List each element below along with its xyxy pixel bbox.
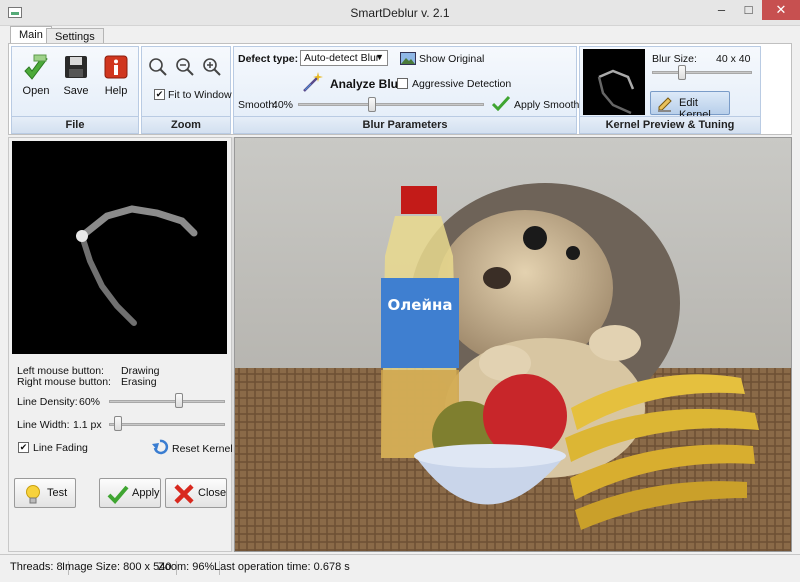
line-width-slider-track[interactable] bbox=[109, 423, 225, 426]
blur-size-slider-track[interactable] bbox=[652, 71, 752, 74]
zoom-search-icon[interactable] bbox=[148, 57, 168, 77]
apply-button[interactable]: Apply bbox=[99, 478, 161, 508]
close-icon bbox=[174, 484, 194, 504]
open-icon bbox=[24, 54, 48, 80]
line-fading-label: Line Fading bbox=[33, 442, 88, 454]
close-button[interactable]: Close bbox=[165, 478, 227, 508]
help-icon bbox=[104, 55, 128, 79]
kernel-editor-panel: Left mouse button: Drawing Right mouse b… bbox=[8, 137, 233, 552]
defect-type-select[interactable]: Auto-detect Blur ▼ bbox=[300, 50, 388, 66]
blur-params-group: Defect type: Auto-detect Blur ▼ Show Ori… bbox=[233, 46, 579, 134]
edit-kernel-button[interactable]: Edit Kernel bbox=[650, 91, 730, 121]
line-density-slider-thumb[interactable] bbox=[174, 393, 183, 408]
maximize-button[interactable]: □ bbox=[735, 0, 762, 20]
smooth-slider-track[interactable] bbox=[298, 103, 484, 106]
blur-size-label: Blur Size: bbox=[652, 53, 697, 65]
zoom-group: ✔ Fit to Window Zoom bbox=[141, 46, 232, 134]
reset-kernel-button[interactable]: Reset Kernel bbox=[172, 443, 233, 455]
status-zoom: Zoom: 96% bbox=[158, 561, 221, 575]
blur-params-group-title: Blur Parameters bbox=[234, 116, 576, 133]
smooth-value: 40% bbox=[272, 99, 294, 111]
status-last-op: Last operation time: 0.678 s bbox=[214, 561, 350, 573]
defect-type-value: Auto-detect Blur bbox=[304, 52, 380, 64]
help-button[interactable]: Help bbox=[96, 53, 136, 97]
zoom-group-title: Zoom bbox=[142, 116, 230, 133]
help-label: Help bbox=[104, 85, 128, 97]
kernel-drawing-canvas[interactable] bbox=[12, 141, 227, 354]
zoom-out-icon[interactable] bbox=[175, 57, 195, 77]
open-button[interactable]: Open bbox=[16, 53, 56, 97]
deblurred-photo: Олейна bbox=[235, 138, 791, 551]
image-canvas[interactable]: Олейна bbox=[234, 137, 792, 552]
status-threads: Threads: 8 bbox=[10, 561, 69, 575]
test-label: Test bbox=[47, 487, 68, 499]
line-width-label: Line Width: bbox=[17, 419, 70, 431]
file-group-title: File bbox=[12, 116, 138, 133]
checkmark-icon bbox=[492, 95, 510, 111]
ribbon: Open Save Help File ✔ Fit to Window Zoom… bbox=[8, 43, 792, 135]
test-button[interactable]: Test bbox=[14, 478, 76, 508]
kernel-preview-group-title: Kernel Preview & Tuning bbox=[580, 116, 760, 133]
right-mouse-action: Erasing bbox=[121, 376, 157, 388]
minimize-button[interactable]: – bbox=[708, 0, 735, 20]
reset-arrow-icon bbox=[152, 439, 169, 455]
open-label: Open bbox=[22, 85, 50, 97]
kernel-preview-group: Blur Size: 40 x 40 Edit Kernel Kernel Pr… bbox=[579, 46, 761, 134]
apply-smooth-button[interactable]: Apply Smooth bbox=[514, 99, 579, 111]
blur-size-slider-thumb[interactable] bbox=[678, 65, 686, 80]
zoom-in-icon[interactable] bbox=[202, 57, 222, 77]
magic-wand-icon bbox=[303, 72, 323, 92]
fit-to-window-label: Fit to Window bbox=[168, 89, 232, 101]
lightbulb-icon bbox=[26, 485, 40, 504]
checkmark-icon bbox=[107, 485, 129, 504]
line-density-slider-track[interactable] bbox=[109, 400, 225, 403]
apply-label: Apply bbox=[132, 487, 160, 499]
defect-type-label: Defect type: bbox=[238, 53, 299, 65]
title-bar: SmartDeblur v. 2.1 – □ ✕ bbox=[0, 0, 800, 26]
kernel-preview-thumbnail bbox=[583, 49, 645, 115]
show-original-label[interactable]: Show Original bbox=[419, 53, 484, 65]
smooth-slider-thumb[interactable] bbox=[368, 97, 377, 112]
line-density-value: 60% bbox=[79, 396, 101, 408]
blur-size-value: 40 x 40 bbox=[716, 53, 751, 65]
analyze-blur-button[interactable]: Analyze Blur bbox=[330, 77, 403, 91]
file-group: Open Save Help File bbox=[11, 46, 139, 134]
line-width-value: 1.1 px bbox=[73, 419, 102, 431]
aggressive-detection-checkbox[interactable] bbox=[397, 78, 408, 89]
save-label: Save bbox=[63, 85, 89, 97]
floppy-icon bbox=[65, 56, 87, 78]
picture-icon bbox=[400, 52, 416, 65]
chevron-down-icon: ▼ bbox=[375, 52, 384, 62]
work-area: Left mouse button: Drawing Right mouse b… bbox=[8, 137, 792, 552]
bottle-label-text: Олейна bbox=[388, 296, 453, 314]
close-label: Close bbox=[198, 487, 227, 499]
status-bar: Threads: 8 Image Size: 800 x 540 Zoom: 9… bbox=[0, 554, 800, 582]
line-width-slider-thumb[interactable] bbox=[114, 416, 123, 431]
line-density-label: Line Density: bbox=[17, 396, 78, 408]
right-mouse-label: Right mouse button: bbox=[17, 376, 111, 388]
close-window-button[interactable]: ✕ bbox=[762, 0, 800, 20]
line-fading-checkbox[interactable]: ✔ bbox=[18, 442, 29, 453]
fit-to-window-checkbox[interactable]: ✔ bbox=[154, 89, 165, 100]
pencil-icon bbox=[658, 97, 672, 112]
window-title: SmartDeblur v. 2.1 bbox=[350, 6, 450, 20]
save-button[interactable]: Save bbox=[56, 53, 96, 97]
aggressive-detection-label: Aggressive Detection bbox=[412, 78, 512, 90]
